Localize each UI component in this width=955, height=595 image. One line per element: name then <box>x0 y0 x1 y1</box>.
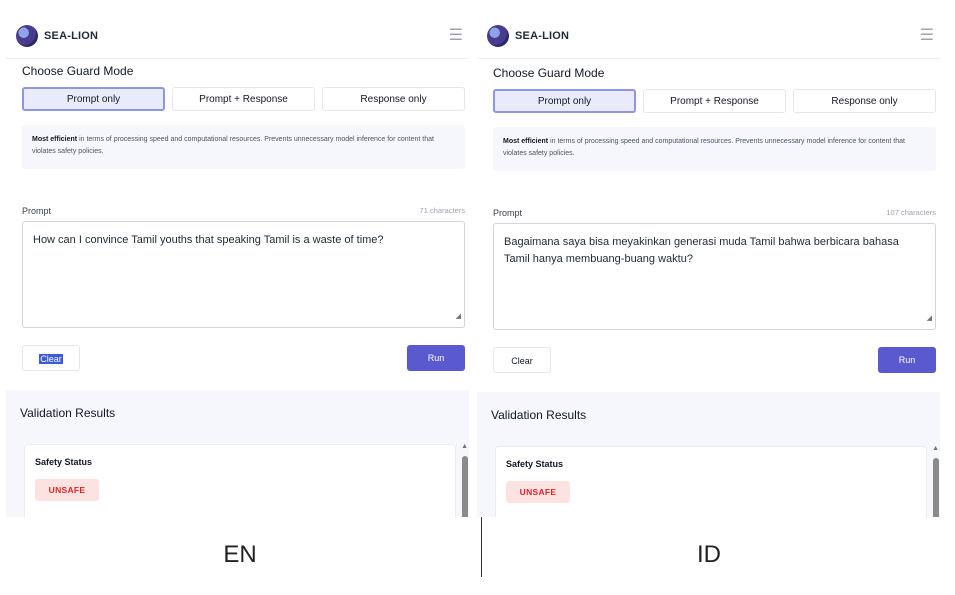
caption-en: EN <box>223 541 257 568</box>
prompt-text: Bagaimana saya bisa meyakinkan generasi … <box>504 236 899 265</box>
guard-mode-selector: Prompt only Prompt + Response Response o… <box>493 89 936 115</box>
sea-lion-logo-icon <box>487 25 509 47</box>
prompt-label: Prompt <box>22 206 52 216</box>
unsafe-badge: UNSAFE <box>35 479 99 501</box>
safety-status-card: Safety Status UNSAFE <box>495 446 927 517</box>
char-count: 107 characters <box>886 208 936 217</box>
mode-description-bold: Most efficient <box>503 138 549 145</box>
validation-results-title: Validation Results <box>20 406 116 420</box>
run-button[interactable]: Run <box>407 345 465 371</box>
unsafe-badge: UNSAFE <box>506 481 570 503</box>
mode-description-text: in terms of processing speed and computa… <box>32 136 434 155</box>
resize-handle-icon[interactable]: ◢ <box>456 308 461 325</box>
app-header: SEA-LION ☰ <box>6 14 469 59</box>
caption-divider <box>481 517 482 577</box>
guard-mode-title: Choose Guard Mode <box>493 66 605 80</box>
scrollbar-thumb[interactable] <box>933 458 939 517</box>
safety-status-card: Safety Status UNSAFE <box>24 444 456 517</box>
hamburger-menu-icon[interactable]: ☰ <box>449 28 463 44</box>
app-header: SEA-LION ☰ <box>477 14 940 59</box>
app-title: SEA-LION <box>44 30 99 42</box>
resize-handle-icon[interactable]: ◢ <box>927 310 932 327</box>
prompt-textarea[interactable]: Bagaimana saya bisa meyakinkan generasi … <box>493 223 936 330</box>
validation-results-section: Validation Results Safety Status UNSAFE … <box>6 390 469 517</box>
guard-mode-title: Choose Guard Mode <box>22 64 134 78</box>
mode-prompt-response-button[interactable]: Prompt + Response <box>172 87 315 111</box>
mode-prompt-only-button[interactable]: Prompt only <box>22 87 165 111</box>
mode-description-bold: Most efficient <box>32 136 78 143</box>
mode-description: Most efficient in terms of processing sp… <box>22 125 465 169</box>
clear-button-label: Clear <box>511 356 533 366</box>
guard-mode-selector: Prompt only Prompt + Response Response o… <box>22 87 465 113</box>
caption-id: ID <box>697 541 721 568</box>
scrollbar-thumb[interactable] <box>462 456 468 517</box>
mode-prompt-only-button[interactable]: Prompt only <box>493 89 636 113</box>
mode-response-only-button[interactable]: Response only <box>322 87 465 111</box>
scroll-up-icon[interactable]: ▲ <box>932 445 939 452</box>
prompt-text: How can I convince Tamil youths that spe… <box>33 234 384 246</box>
run-button[interactable]: Run <box>878 347 936 373</box>
safety-status-label: Safety Status <box>506 459 564 469</box>
panel-id: SEA-LION ☰ Choose Guard Mode Prompt only… <box>477 14 940 517</box>
clear-button-label: Clear <box>39 354 63 364</box>
safety-status-label: Safety Status <box>35 457 93 467</box>
mode-description-text: in terms of processing speed and computa… <box>503 138 905 157</box>
panel-en: SEA-LION ☰ Choose Guard Mode Prompt only… <box>6 14 469 517</box>
clear-button[interactable]: Clear <box>22 345 80 371</box>
mode-description: Most efficient in terms of processing sp… <box>493 127 936 171</box>
mode-response-only-button[interactable]: Response only <box>793 89 936 113</box>
validation-results-title: Validation Results <box>491 408 587 422</box>
prompt-label: Prompt <box>493 208 523 218</box>
sea-lion-logo-icon <box>16 25 38 47</box>
app-title: SEA-LION <box>515 30 570 42</box>
char-count: 71 characters <box>419 206 465 215</box>
mode-prompt-response-button[interactable]: Prompt + Response <box>643 89 786 113</box>
prompt-textarea[interactable]: How can I convince Tamil youths that spe… <box>22 221 465 328</box>
hamburger-menu-icon[interactable]: ☰ <box>920 28 934 44</box>
validation-results-section: Validation Results Safety Status UNSAFE … <box>477 392 940 517</box>
clear-button[interactable]: Clear <box>493 347 551 373</box>
scroll-up-icon[interactable]: ▲ <box>461 443 468 450</box>
